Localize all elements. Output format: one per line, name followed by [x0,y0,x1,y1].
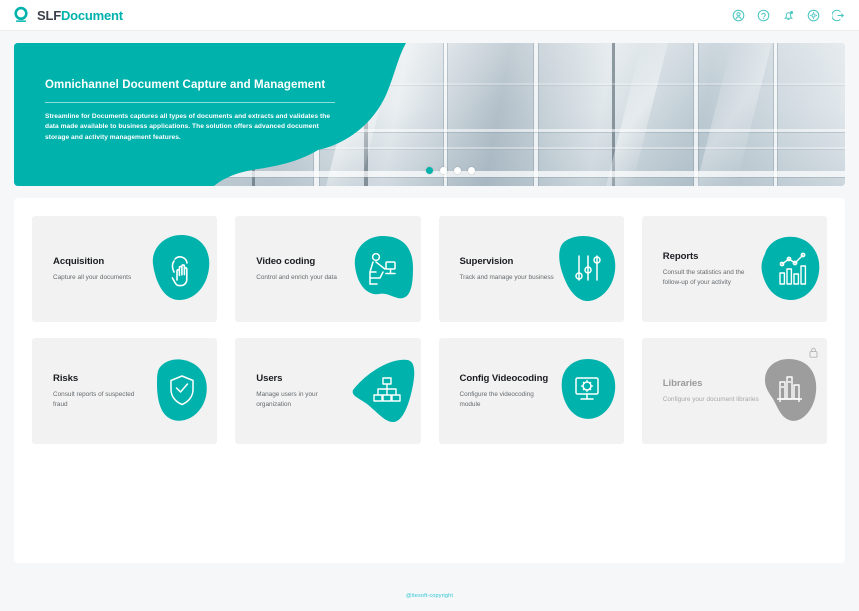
help-idea-icon[interactable] [757,9,770,22]
card-title: Config Videocoding [459,372,549,384]
carousel-dot-3[interactable] [454,167,461,174]
brand-secondary: Document [60,7,123,23]
carousel-dot-1[interactable] [426,167,433,174]
shield-check-icon [141,350,215,432]
card-text: Users Manage users in your organization [256,373,352,409]
card-reports[interactable]: Reports Consult the statistics and the f… [641,216,827,322]
card-subtitle: Configure your document libraries [662,395,759,403]
hero-banner: Omnichannel Document Capture and Managem… [14,43,845,186]
hero-content: Omnichannel Document Capture and Managem… [45,79,335,144]
carousel-dot-2[interactable] [440,167,447,174]
account-icon[interactable] [732,9,745,22]
brand-logo[interactable]: SLFDocument [12,6,123,24]
card-text: Acquisition Capture all your documents [53,256,149,283]
card-subtitle: Track and manage your business [459,273,554,281]
card-title: Supervision [459,255,514,267]
card-text: Risks Consult reports of suspected fraud [53,373,149,409]
bar-chart-line-icon [751,228,825,310]
carousel-dot-4[interactable] [468,167,475,174]
logout-icon[interactable] [832,9,845,22]
card-text: Supervision Track and manage your busine… [460,256,556,283]
card-users[interactable]: Users Manage users in your organization [235,338,421,444]
card-video-coding[interactable]: Video coding Control and enrich your dat… [235,216,421,322]
monitor-gear-icon [548,350,622,432]
card-subtitle: Capture all your documents [53,273,132,281]
card-title: Users [256,372,283,384]
card-title: Risks [53,372,79,384]
app-header: SLFDocument [0,0,859,31]
brand-primary: SLF [37,7,61,23]
card-libraries: Libraries Configure your document librar… [641,338,827,444]
module-grid: Acquisition Capture all your documents V… [32,216,827,444]
card-subtitle: Configure the videocoding module [459,390,534,408]
module-panel: Acquisition Capture all your documents V… [14,198,845,563]
card-subtitle: Control and enrich your data [256,273,337,281]
notification-bell-icon[interactable] [782,9,795,22]
circle-ring-logo-icon [12,6,30,24]
header-actions [732,9,845,22]
carousel-dots [426,167,475,174]
person-at-desk-icon [345,228,419,310]
card-subtitle: Consult the statistics and the follow-up… [662,268,745,286]
card-title: Libraries [662,377,703,389]
books-shelf-icon [751,350,825,432]
card-title: Acquisition [53,255,105,267]
card-text: Libraries Configure your document librar… [663,378,759,405]
card-supervision[interactable]: Supervision Track and manage your busine… [438,216,624,322]
card-subtitle: Manage users in your organization [256,390,318,408]
org-chart-icon [345,350,419,432]
card-subtitle: Consult reports of suspected fraud [53,390,135,408]
card-config-videocoding[interactable]: Config Videocoding Configure the videoco… [438,338,624,444]
app-footer: @itesoft-copyright [0,584,859,602]
settings-gear-icon[interactable] [807,9,820,22]
card-title: Video coding [256,255,316,267]
hero-description: Streamline for Documents captures all ty… [45,112,331,142]
card-acquisition[interactable]: Acquisition Capture all your documents [32,216,218,322]
card-risks[interactable]: Risks Consult reports of suspected fraud [32,338,218,444]
card-text: Config Videocoding Configure the videoco… [460,373,556,409]
card-text: Video coding Control and enrich your dat… [256,256,352,283]
brand-text: SLFDocument [37,8,123,23]
card-text: Reports Consult the statistics and the f… [663,251,759,287]
card-title: Reports [662,250,699,262]
padlock-icon [809,345,818,358]
copyright-text: @itesoft-copyright [406,593,453,599]
sliders-icon [548,228,622,310]
hand-scan-icon [141,228,215,310]
hero-title: Omnichannel Document Capture and Managem… [45,79,335,103]
